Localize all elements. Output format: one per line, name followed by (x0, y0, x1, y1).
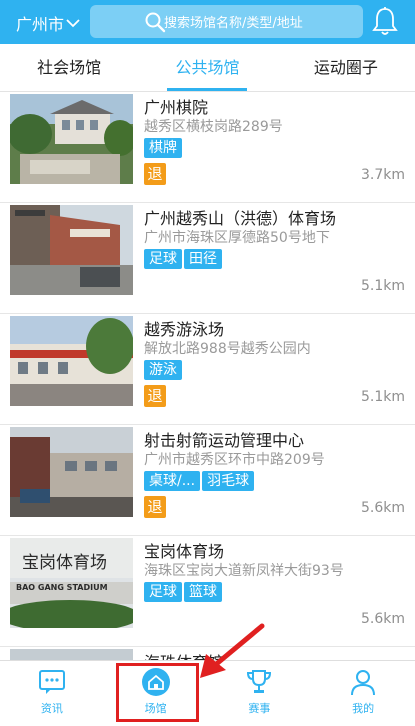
venue-tag: 羽毛球 (202, 471, 255, 491)
bell-icon[interactable] (370, 6, 400, 38)
venue-tags: 游泳 (144, 360, 182, 380)
venue-address: 越秀区横枝岗路289号 (144, 119, 283, 135)
refund-badge: 退 (144, 385, 166, 407)
person-icon (351, 670, 376, 696)
nav-mine-label: 我的 (352, 702, 375, 715)
nav-venues[interactable]: 场馆 (104, 661, 208, 726)
venue-distance: 5.1km (360, 278, 405, 294)
nav-news-label: 资讯 (40, 702, 63, 715)
nav-mine[interactable]: 我的 (311, 661, 415, 726)
venue-item[interactable]: 海珠体育馆 (0, 647, 415, 660)
venue-tags: 桌球/... 羽毛球 (144, 471, 255, 491)
venue-name: 海珠体育馆 (144, 649, 224, 660)
venue-distance: 5.6km (360, 611, 405, 627)
home-icon (141, 668, 170, 696)
venue-tag: 田径 (184, 249, 222, 269)
bottom-nav: 资讯 场馆 赛事 我的 (0, 660, 415, 726)
venue-item[interactable]: 广州越秀山（洪德）体育场 广州市海珠区厚德路50号地下 足球 田径 5.1km (0, 203, 415, 314)
venue-tag: 桌球/... (144, 471, 201, 491)
venue-tag: 篮球 (184, 582, 222, 602)
venue-tag: 棋牌 (144, 138, 182, 158)
venue-photo (10, 649, 133, 660)
venue-photo (10, 205, 133, 295)
venue-name: 越秀游泳场 (144, 320, 225, 339)
search-icon (145, 12, 166, 33)
tab-sports-circle[interactable]: 运动圈子 (277, 44, 415, 91)
stadium-sign-cn: 宝岗体育场 (22, 553, 107, 573)
trophy-icon (247, 670, 272, 693)
venue-photo (10, 94, 133, 184)
venue-photo (10, 316, 133, 406)
venue-distance: 5.1km (360, 389, 405, 405)
venue-item[interactable]: 越秀游泳场 解放北路988号越秀公园内 游泳 退 5.1km (0, 314, 415, 425)
venue-name: 广州越秀山（洪德）体育场 (144, 209, 337, 228)
venue-name: 射击射箭运动管理中心 (144, 431, 305, 450)
venue-tags: 足球 篮球 (144, 582, 222, 602)
chevron-down-icon (66, 19, 80, 28)
venue-item[interactable]: 广州棋院 越秀区横枝岗路289号 棋牌 退 3.7km (0, 92, 415, 203)
chat-icon (38, 670, 65, 694)
tab-social-venues[interactable]: 社会场馆 (0, 44, 138, 91)
search-placeholder: 搜索场馆名称/类型/地址 (164, 16, 303, 31)
venue-tag: 足球 (144, 249, 182, 269)
tab-public-venues[interactable]: 公共场馆 (138, 44, 276, 91)
venue-tags: 足球 田径 (144, 249, 222, 269)
venue-name: 广州棋院 (144, 98, 209, 117)
nav-news[interactable]: 资讯 (0, 661, 104, 726)
stadium-sign-en: BAO GANG STADIUM (16, 583, 108, 592)
refund-badge: 退 (144, 496, 166, 518)
venue-address: 广州市海珠区厚德路50号地下 (144, 230, 330, 246)
venue-item[interactable]: 射击射箭运动管理中心 广州市越秀区环市中路209号 桌球/... 羽毛球 退 5… (0, 425, 415, 536)
venue-photo: 宝岗体育场 BAO GANG STADIUM (10, 538, 133, 628)
nav-events[interactable]: 赛事 (208, 661, 312, 726)
venue-tags: 棋牌 (144, 138, 182, 158)
venue-address: 海珠区宝岗大道新凤祥大街93号 (144, 563, 344, 579)
refund-badge: 退 (144, 163, 166, 185)
venue-name: 宝岗体育场 (144, 542, 225, 561)
venue-tag: 足球 (144, 582, 182, 602)
venue-distance: 3.7km (360, 167, 405, 183)
category-tabs: 社会场馆 公共场馆 运动圈子 (0, 44, 415, 92)
venue-distance: 5.6km (360, 500, 405, 516)
search-input[interactable]: 搜索场馆名称/类型/地址 (90, 5, 363, 38)
venue-photo (10, 427, 133, 517)
venue-address: 广州市越秀区环市中路209号 (144, 452, 325, 468)
venue-item[interactable]: 宝岗体育场 BAO GANG STADIUM 宝岗体育场 海珠区宝岗大道新凤祥大… (0, 536, 415, 647)
venue-address: 解放北路988号越秀公园内 (144, 341, 311, 357)
city-selector[interactable]: 广州市 (16, 11, 80, 35)
nav-events-label: 赛事 (248, 702, 271, 715)
city-label: 广州市 (16, 15, 65, 34)
venue-tag: 游泳 (144, 360, 182, 380)
nav-venues-label: 场馆 (144, 702, 167, 715)
top-bar: 广州市 搜索场馆名称/类型/地址 (0, 0, 415, 44)
venue-list[interactable]: 广州棋院 越秀区横枝岗路289号 棋牌 退 3.7km 广州越秀山（洪德）体育场… (0, 92, 415, 660)
